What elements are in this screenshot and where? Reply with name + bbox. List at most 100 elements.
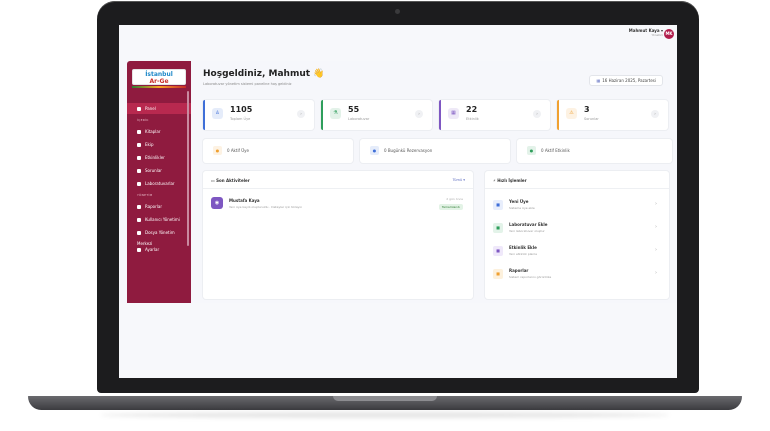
avatar[interactable]: MK <box>664 29 674 39</box>
quick-op-title: Etkinlik Ekle <box>509 245 537 250</box>
laptop-lid: Mahmut Kaya ▾ Yönetici MK İstanbul Ar-Ge… <box>97 1 699 393</box>
status-icon: ● <box>213 146 222 155</box>
sidebar-item-label: Panel <box>145 106 156 111</box>
stat-value: 3 <box>584 105 590 114</box>
quick-stat-label: 0 Bugünkü Rezervasyon <box>384 148 433 153</box>
action-icon: ■ <box>493 269 503 279</box>
user-role: Yönetici <box>651 33 663 37</box>
sidebar-item-label: Laboratuvarlar <box>145 181 175 186</box>
quick-op-desc: Sisteme üye ekle <box>509 206 535 210</box>
sidebar-item-label: Ekip <box>145 142 154 147</box>
menu-icon <box>137 218 141 222</box>
page-title: Hoşgeldiniz, Mahmut 👋 <box>203 69 325 79</box>
quick-op-title: Yeni Üye <box>509 199 529 204</box>
activity-title: ▭ Son Aktiviteler <box>211 178 250 183</box>
chevron-right-icon: › <box>655 270 657 276</box>
chevron-right-icon[interactable]: › <box>651 110 659 118</box>
activity-filter-link[interactable]: Tümü ▾ <box>453 178 465 182</box>
menu-icon <box>137 231 141 235</box>
chevron-right-icon: › <box>655 224 657 230</box>
laptop-shadow <box>100 412 670 418</box>
quick-stat-card[interactable]: ● 0 Aktif Üye <box>203 139 353 163</box>
menu-icon <box>137 156 141 160</box>
chevron-right-icon[interactable]: › <box>415 110 423 118</box>
sidebar-item[interactable]: Ayarlar <box>127 244 191 255</box>
sidebar-item[interactable]: Laboratuvarlar <box>127 178 191 189</box>
sidebar-item[interactable]: Ekip <box>127 139 191 150</box>
divider <box>203 188 473 189</box>
sidebar-item[interactable]: Kitaplar <box>127 126 191 137</box>
sidebar-item-label: Etkinlikler <box>145 155 165 160</box>
top-bar: Mahmut Kaya ▾ Yönetici MK <box>127 25 677 45</box>
user-menu[interactable]: Mahmut Kaya ▾ Yönetici <box>629 28 663 37</box>
activity-panel: ▭ Son Aktiviteler Tümü ▾ ◉ Mustafa Kaya … <box>203 171 473 299</box>
stat-card[interactable]: ⚗ 55 Laboratuvar › <box>321 100 432 130</box>
quick-op-desc: Yeni laboratuvar oluştur <box>509 229 545 233</box>
stat-label: Laboratuvar <box>348 117 370 121</box>
dashboard: Mahmut Kaya ▾ Yönetici MK İstanbul Ar-Ge… <box>119 25 677 378</box>
camera-icon <box>395 9 400 14</box>
sidebar-item[interactable]: Raporlar <box>127 201 191 212</box>
calendar-icon: ▦ <box>448 108 459 119</box>
menu-icon <box>137 143 141 147</box>
action-icon: ■ <box>493 200 503 210</box>
quick-op-item[interactable]: ■ Laboratuvar Ekle Yeni laboratuvar oluştu… <box>493 220 661 238</box>
laptop-screen: Mahmut Kaya ▾ Yönetici MK İstanbul Ar-Ge… <box>119 25 677 378</box>
menu-icon <box>137 107 141 111</box>
stat-accent-bar <box>203 100 205 130</box>
sidebar-item[interactable]: Kullanıcı Yönetimi <box>127 214 191 225</box>
sidebar-item[interactable]: Etkinlikler <box>127 152 191 163</box>
sidebar-item-label: Sorunlar <box>145 168 162 173</box>
menu-icon <box>137 130 141 134</box>
stat-accent-bar <box>439 100 441 130</box>
sidebar-scrollbar[interactable] <box>187 91 189 246</box>
sidebar-item[interactable]: Sorunlar <box>127 165 191 176</box>
quick-op-title: Laboratuvar Ekle <box>509 222 548 227</box>
user-icon: ◉ <box>211 197 223 209</box>
stat-value: 55 <box>348 105 360 114</box>
quick-ops-panel: ⚡ Hızlı İşlemler ■ Yeni Üye Sisteme üye ek… <box>485 171 669 299</box>
stat-accent-bar <box>321 100 323 130</box>
stat-card[interactable]: ♙ 1105 Toplam Üye › <box>203 100 314 130</box>
quick-stat-card[interactable]: ● 0 Bugünkü Rezervasyon <box>360 139 510 163</box>
menu-icon <box>137 205 141 209</box>
stat-card[interactable]: ▦ 22 Etkinlik › <box>439 100 550 130</box>
status-badge: Tamamlandı <box>438 204 463 210</box>
sidebar: İstanbul Ar-Ge Panel İÇERİK Kitaplar Ekip Et… <box>127 61 191 303</box>
sidebar-item[interactable]: Dosya Yönetim Merkezi <box>127 227 191 246</box>
menu-icon <box>137 182 141 186</box>
menu-icon <box>137 169 141 173</box>
activity-item-desc: Yeni üye kaydı oluşturuldu · Detaylar iç… <box>229 205 303 209</box>
stat-accent-bar <box>557 100 559 130</box>
quick-op-item[interactable]: ■ Etkinlik Ekle Yeni etkinlik planla › <box>493 243 661 261</box>
alert-icon: ⚠ <box>566 108 577 119</box>
quick-stat-label: 0 Aktif Etkinlik <box>541 148 570 153</box>
status-icon: ● <box>527 146 536 155</box>
sidebar-section-label: YÖNETİM <box>137 193 153 197</box>
divider <box>485 188 669 189</box>
action-icon: ■ <box>493 223 503 233</box>
laptop-mockup: Mahmut Kaya ▾ Yönetici MK İstanbul Ar-Ge… <box>0 0 770 431</box>
stat-value: 22 <box>466 105 478 114</box>
stat-value: 1105 <box>230 105 253 114</box>
quick-stat-card[interactable]: ● 0 Aktif Etkinlik <box>517 139 672 163</box>
logo[interactable]: İstanbul Ar-Ge <box>132 69 186 85</box>
chevron-right-icon[interactable]: › <box>533 110 541 118</box>
quick-op-desc: Sistem raporlarını görüntüle <box>509 275 552 279</box>
chevron-right-icon[interactable]: › <box>297 110 305 118</box>
page-subtitle: Laboratuvar yönetim sistemi paneline hoş… <box>203 82 292 86</box>
lab-icon: ⚗ <box>330 108 341 119</box>
main-content: Hoşgeldiniz, Mahmut 👋 Laboratuvar yöneti… <box>199 67 672 303</box>
quick-op-desc: Yeni etkinlik planla <box>509 252 537 256</box>
sidebar-item-label: Kitaplar <box>145 129 161 134</box>
sidebar-item-label: Kullanıcı Yönetimi <box>145 217 180 222</box>
stat-card[interactable]: ⚠ 3 Sorunlar › <box>557 100 668 130</box>
sidebar-item-label: Ayarlar <box>145 247 160 252</box>
sidebar-item[interactable]: Panel <box>127 103 191 114</box>
quick-stat-label: 0 Aktif Üye <box>227 148 249 153</box>
quick-op-title: Raporlar <box>509 268 529 273</box>
activity-item-title[interactable]: Mustafa Kaya <box>229 198 260 203</box>
quick-op-item[interactable]: ■ Yeni Üye Sisteme üye ekle › <box>493 197 661 215</box>
quick-ops-title: ⚡ Hızlı İşlemler <box>493 178 527 183</box>
quick-op-item[interactable]: ■ Raporlar Sistem raporlarını görüntüle › <box>493 266 661 284</box>
